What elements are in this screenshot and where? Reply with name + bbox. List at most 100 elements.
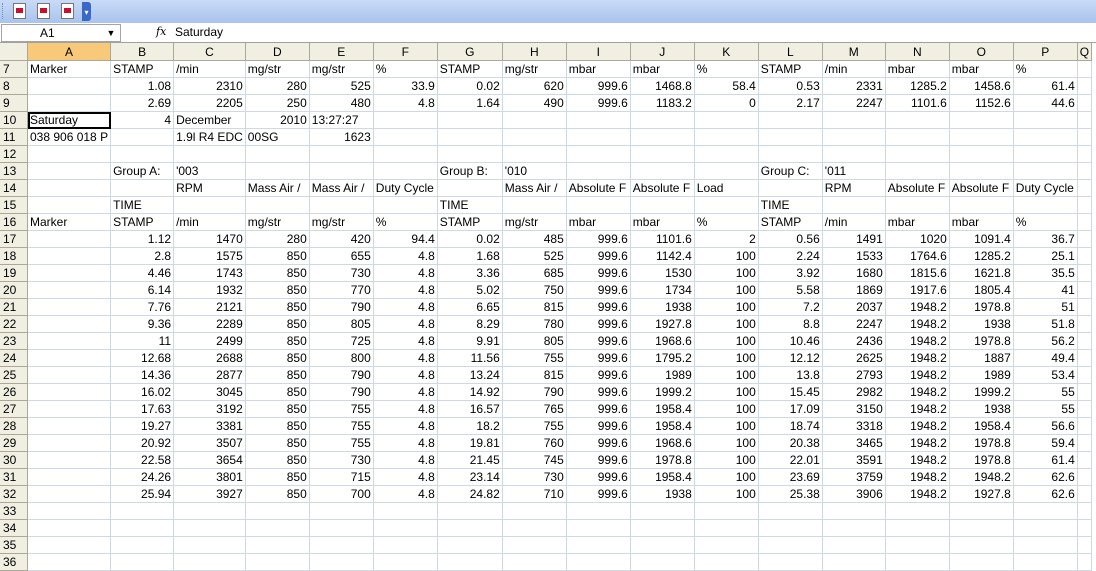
cell-c20[interactable]: 1932 <box>173 281 246 299</box>
cell-o24[interactable]: 1887 <box>949 349 1014 367</box>
cell-i35[interactable] <box>566 536 631 554</box>
cell-b29[interactable]: 20.92 <box>110 434 175 452</box>
column-header-n[interactable]: N <box>885 43 950 61</box>
column-header-c[interactable]: C <box>173 43 246 61</box>
cell-f26[interactable]: 4.8 <box>373 383 438 401</box>
cell-n31[interactable]: 1948.2 <box>885 468 950 486</box>
cell-k22[interactable]: 100 <box>694 315 759 333</box>
cell-o11[interactable] <box>949 128 1014 146</box>
cell-a26[interactable] <box>27 383 112 401</box>
cell-m27[interactable]: 3150 <box>822 400 886 418</box>
cell-p30[interactable]: 61.4 <box>1013 451 1078 469</box>
cell-l23[interactable]: 10.46 <box>758 332 823 350</box>
cell-n16[interactable]: mbar <box>885 213 950 231</box>
cell-c11[interactable]: 1.9l R4 EDC <box>173 128 246 146</box>
cell-c17[interactable]: 1470 <box>173 230 246 248</box>
cell-q31[interactable] <box>1077 468 1093 486</box>
cell-g25[interactable]: 13.24 <box>437 366 503 384</box>
cell-b10[interactable]: 4 <box>110 111 175 129</box>
cell-i18[interactable]: 999.6 <box>566 247 631 265</box>
column-header-p[interactable]: P <box>1013 43 1078 61</box>
cell-d11[interactable]: 00SG <box>245 128 310 146</box>
cell-d30[interactable]: 850 <box>245 451 310 469</box>
cell-i30[interactable]: 999.6 <box>566 451 631 469</box>
cell-g29[interactable]: 19.81 <box>437 434 503 452</box>
cell-c31[interactable]: 3801 <box>173 468 246 486</box>
cell-a12[interactable] <box>27 145 112 163</box>
cell-c36[interactable] <box>173 553 246 571</box>
cell-e19[interactable]: 730 <box>309 264 374 282</box>
cell-o35[interactable] <box>949 536 1014 554</box>
cell-m11[interactable] <box>822 128 886 146</box>
cell-q32[interactable] <box>1077 485 1093 503</box>
cell-i28[interactable]: 999.6 <box>566 417 631 435</box>
cell-k8[interactable]: 58.4 <box>694 77 759 95</box>
cell-o20[interactable]: 1805.4 <box>949 281 1014 299</box>
cell-f33[interactable] <box>373 502 438 520</box>
cell-n35[interactable] <box>885 536 950 554</box>
cell-h29[interactable]: 760 <box>502 434 567 452</box>
cell-f11[interactable] <box>373 128 438 146</box>
cell-e29[interactable]: 755 <box>309 434 374 452</box>
cell-l16[interactable]: STAMP <box>758 213 823 231</box>
cell-e7[interactable]: mg/str <box>309 60 374 78</box>
cell-m32[interactable]: 3906 <box>822 485 886 503</box>
cell-h32[interactable]: 710 <box>502 485 567 503</box>
cell-e26[interactable]: 790 <box>309 383 374 401</box>
cell-l33[interactable] <box>758 502 823 520</box>
cell-b13[interactable]: Group A: <box>110 162 175 180</box>
cell-g32[interactable]: 24.82 <box>437 485 503 503</box>
cell-n33[interactable] <box>885 502 950 520</box>
cell-a23[interactable] <box>27 332 112 350</box>
cell-l11[interactable] <box>758 128 823 146</box>
cell-d24[interactable]: 850 <box>245 349 310 367</box>
cell-c24[interactable]: 2688 <box>173 349 246 367</box>
cell-j31[interactable]: 1958.4 <box>630 468 695 486</box>
cell-g34[interactable] <box>437 519 503 537</box>
cell-k35[interactable] <box>694 536 759 554</box>
cell-p25[interactable]: 53.4 <box>1013 366 1078 384</box>
cell-d33[interactable] <box>245 502 310 520</box>
cell-h28[interactable]: 755 <box>502 417 567 435</box>
cell-o28[interactable]: 1958.4 <box>949 417 1014 435</box>
cell-n17[interactable]: 1020 <box>885 230 950 248</box>
cell-a31[interactable] <box>27 468 112 486</box>
cell-c18[interactable]: 1575 <box>173 247 246 265</box>
cell-g24[interactable]: 11.56 <box>437 349 503 367</box>
cell-i31[interactable]: 999.6 <box>566 468 631 486</box>
cell-k24[interactable]: 100 <box>694 349 759 367</box>
cell-h13[interactable]: '010 <box>502 162 567 180</box>
cell-d8[interactable]: 280 <box>245 77 310 95</box>
cell-g14[interactable] <box>437 179 503 197</box>
cell-p8[interactable]: 61.4 <box>1013 77 1078 95</box>
cell-c15[interactable] <box>173 196 246 214</box>
cell-m36[interactable] <box>822 553 886 571</box>
cell-k11[interactable] <box>694 128 759 146</box>
cell-e11[interactable]: 1623 <box>309 128 374 146</box>
cell-o16[interactable]: mbar <box>949 213 1014 231</box>
cell-g28[interactable]: 18.2 <box>437 417 503 435</box>
cell-m8[interactable]: 2331 <box>822 77 886 95</box>
cell-m19[interactable]: 1680 <box>822 264 886 282</box>
cell-n8[interactable]: 1285.2 <box>885 77 950 95</box>
cell-d36[interactable] <box>245 553 310 571</box>
cell-b27[interactable]: 17.63 <box>110 400 175 418</box>
cell-d27[interactable]: 850 <box>245 400 310 418</box>
cell-g10[interactable] <box>437 111 503 129</box>
chevron-down-icon[interactable]: ▼ <box>104 25 118 41</box>
cell-h31[interactable]: 730 <box>502 468 567 486</box>
cell-b14[interactable] <box>110 179 175 197</box>
cell-p35[interactable] <box>1013 536 1078 554</box>
cell-n15[interactable] <box>885 196 950 214</box>
cell-q12[interactable] <box>1077 145 1093 163</box>
cell-p7[interactable]: % <box>1013 60 1078 78</box>
cell-a9[interactable] <box>27 94 112 112</box>
cell-d35[interactable] <box>245 536 310 554</box>
cell-h15[interactable] <box>502 196 567 214</box>
cell-l24[interactable]: 12.12 <box>758 349 823 367</box>
cell-n34[interactable] <box>885 519 950 537</box>
cell-l17[interactable]: 0.56 <box>758 230 823 248</box>
cell-l31[interactable]: 23.69 <box>758 468 823 486</box>
row-header[interactable]: 35 <box>0 536 28 554</box>
column-header-m[interactable]: M <box>822 43 886 61</box>
